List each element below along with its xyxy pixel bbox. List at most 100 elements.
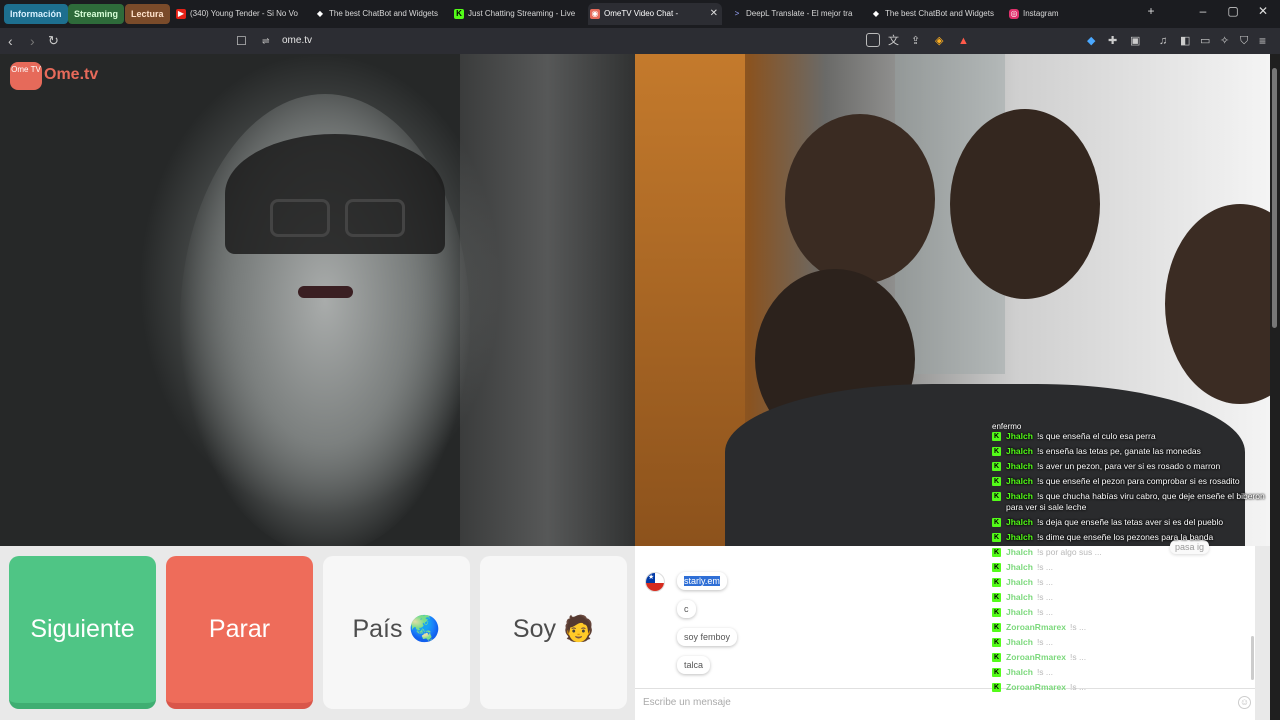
kick-icon: K <box>992 638 1001 647</box>
vpn-icon[interactable]: ◆ <box>1087 32 1095 50</box>
tab-deepl[interactable]: > DeepL Translate - El mejor tra <box>730 3 858 25</box>
chat-text: !s por algo sus ... <box>1036 547 1102 557</box>
chat-text: !s ... <box>1070 622 1087 632</box>
tab-streamelements-2[interactable]: ◆ The best ChatBot and Widgets <box>869 3 997 25</box>
overlay-chat-line: K Jhalch !s aver un pezon, para ver si es … <box>992 461 1270 472</box>
brave-shield-icon[interactable]: ◈ <box>935 32 943 50</box>
chat-username: Jhalch <box>1006 667 1033 677</box>
kick-icon: K <box>992 492 1001 501</box>
chat-username: ZoroanRmarex <box>1006 682 1066 692</box>
chat-message: talca <box>677 656 711 674</box>
next-button[interactable]: Siguiente <box>9 556 156 709</box>
wallet-icon[interactable]: ▭ <box>1200 32 1210 50</box>
chat-username: Jhalch <box>1006 446 1033 456</box>
overlay-chat-line: K Jhalch !s dime que enseñe los pezones pa… <box>992 532 1270 543</box>
stop-button[interactable]: Parar <box>166 556 313 709</box>
tab-group-streaming[interactable]: Streaming <box>68 4 125 24</box>
chat-message: starly.em <box>677 572 727 590</box>
tab-title: OmeTV Video Chat - <box>604 9 679 18</box>
close-tab-icon[interactable]: ✕ <box>710 3 718 25</box>
logo-badge: Ome TV <box>10 62 42 90</box>
kick-icon: K <box>992 563 1001 572</box>
kick-icon: K <box>454 9 464 19</box>
chat-text: !s ... <box>1036 592 1053 602</box>
brave-rewards-icon[interactable]: ▲ <box>958 32 969 50</box>
kick-icon: K <box>992 432 1001 441</box>
chat-username: Jhalch <box>1006 577 1033 587</box>
chat-text: !s que chucha habías viru cabro, que dej… <box>1006 491 1265 512</box>
kick-icon: K <box>992 447 1001 456</box>
gender-button[interactable]: Soy 🧑 <box>480 556 627 709</box>
screencast-icon[interactable] <box>866 33 880 47</box>
new-tab-icon[interactable]: + <box>1141 4 1161 18</box>
forward-icon[interactable]: › <box>30 32 35 50</box>
chat-text: !s que enseña el culo esa perra <box>1036 431 1156 441</box>
minimize-icon[interactable]: – <box>1193 4 1213 18</box>
tab-youtube[interactable]: ▶ (340) Young Tender - Si No Vo <box>174 3 302 25</box>
country-button[interactable]: País 🌏 <box>323 556 470 709</box>
chile-flag-icon: ★ <box>645 572 665 592</box>
streamelements-icon: ◆ <box>872 9 880 18</box>
tab-title: (340) Young Tender - Si No Vo <box>190 9 298 18</box>
tab-title: DeepL Translate - El mejor tra <box>746 9 853 18</box>
chat-text: !s ... <box>1070 652 1087 662</box>
overlay-chat-line: K Jhalch !s por algo sus ... <box>992 547 1270 558</box>
overlay-chat-line: K Jhalch !s ... <box>992 562 1270 573</box>
chat-username: Jhalch <box>1006 517 1033 527</box>
vpn-shield-icon[interactable]: ⛉ <box>1240 32 1248 50</box>
close-window-icon[interactable]: ✕ <box>1253 4 1273 18</box>
overlay-chat-line: K Jhalch !s ... <box>992 592 1270 603</box>
chat-username: Jhalch <box>1006 532 1033 542</box>
bookmark-icon[interactable]: ☐ <box>236 32 247 50</box>
overlay-fragment: enfermo <box>992 422 1022 431</box>
kick-icon: K <box>992 518 1001 527</box>
chat-text: !s enseña las tetas pe, ganate las moned… <box>1036 446 1201 456</box>
tab-title: Just Chatting Streaming - Live <box>468 9 576 18</box>
sidebar-icon[interactable]: ◧ <box>1180 32 1190 50</box>
chat-username: Jhalch <box>1006 592 1033 602</box>
address-bar-row: ‹ › ↻ ☐ ⇌ ome.tv 文 ⇪ ◈ ▲ ◆ ✚ ▣ ♫ ◧ ▭ ✧ ⛉… <box>0 28 1280 54</box>
chat-username: Jhalch <box>1006 607 1033 617</box>
overlay-chat-line: K Jhalch !s que chucha habías viru cabro, … <box>992 491 1270 513</box>
instagram-icon: ◎ <box>1009 9 1019 19</box>
extensions-icon[interactable]: ✚ <box>1108 32 1117 50</box>
tab-group-lectura[interactable]: Lectura <box>125 4 170 24</box>
tab-group-informacion[interactable]: Información <box>4 4 68 24</box>
overlay-chat-line: K ZoroanRmarex !s ... <box>992 682 1270 693</box>
chat-text: !s ... <box>1036 577 1053 587</box>
chat-username: Jhalch <box>1006 476 1033 486</box>
translate-icon[interactable]: 文 <box>888 32 899 50</box>
overlay-chat-line: K ZoroanRmarex !s ... <box>992 622 1270 633</box>
deepl-icon: > <box>734 9 740 18</box>
site-settings-icon[interactable]: ⇌ <box>262 31 270 51</box>
chat-text: !s deja que enseñe las tetas aver si es … <box>1036 517 1224 527</box>
chat-text: !s aver un pezon, para ver si es rosado … <box>1036 461 1221 471</box>
chat-text: !s que enseñe el pezon para comprobar si… <box>1036 476 1240 486</box>
menu-icon[interactable]: ≡ <box>1259 32 1266 50</box>
media-icon[interactable]: ♫ <box>1159 32 1167 50</box>
chat-text: !s ... <box>1070 682 1087 692</box>
chat-username: Jhalch <box>1006 562 1033 572</box>
page-scrollbar[interactable] <box>1270 54 1280 720</box>
chat-text: !s ... <box>1036 562 1053 572</box>
tab-streamelements-1[interactable]: ◆ The best ChatBot and Widgets <box>313 3 441 25</box>
tab-instagram[interactable]: ◎ Instagram <box>1007 3 1135 25</box>
leo-ai-icon[interactable]: ✧ <box>1220 32 1229 50</box>
kick-icon: K <box>992 653 1001 662</box>
overlay-chat-line: K Jhalch !s ... <box>992 667 1270 678</box>
share-icon[interactable]: ⇪ <box>911 32 920 50</box>
screenshot-icon[interactable]: ▣ <box>1130 32 1140 50</box>
kick-icon: K <box>992 533 1001 542</box>
tab-kick[interactable]: K Just Chatting Streaming - Live <box>452 3 580 25</box>
scrollbar-thumb[interactable] <box>1272 68 1277 328</box>
chat-username: Jhalch <box>1006 491 1033 501</box>
chat-username: ZoroanRmarex <box>1006 652 1066 662</box>
maximize-icon[interactable]: ▢ <box>1223 4 1243 18</box>
chat-text: !s ... <box>1036 667 1053 677</box>
tab-ometv[interactable]: ◉ OmeTV Video Chat - ✕ <box>588 3 722 25</box>
back-icon[interactable]: ‹ <box>8 32 13 50</box>
reload-icon[interactable]: ↻ <box>48 32 59 50</box>
tab-title: Instagram <box>1023 9 1059 18</box>
chat-username: Jhalch <box>1006 547 1033 557</box>
ometv-icon: ◉ <box>590 9 600 19</box>
